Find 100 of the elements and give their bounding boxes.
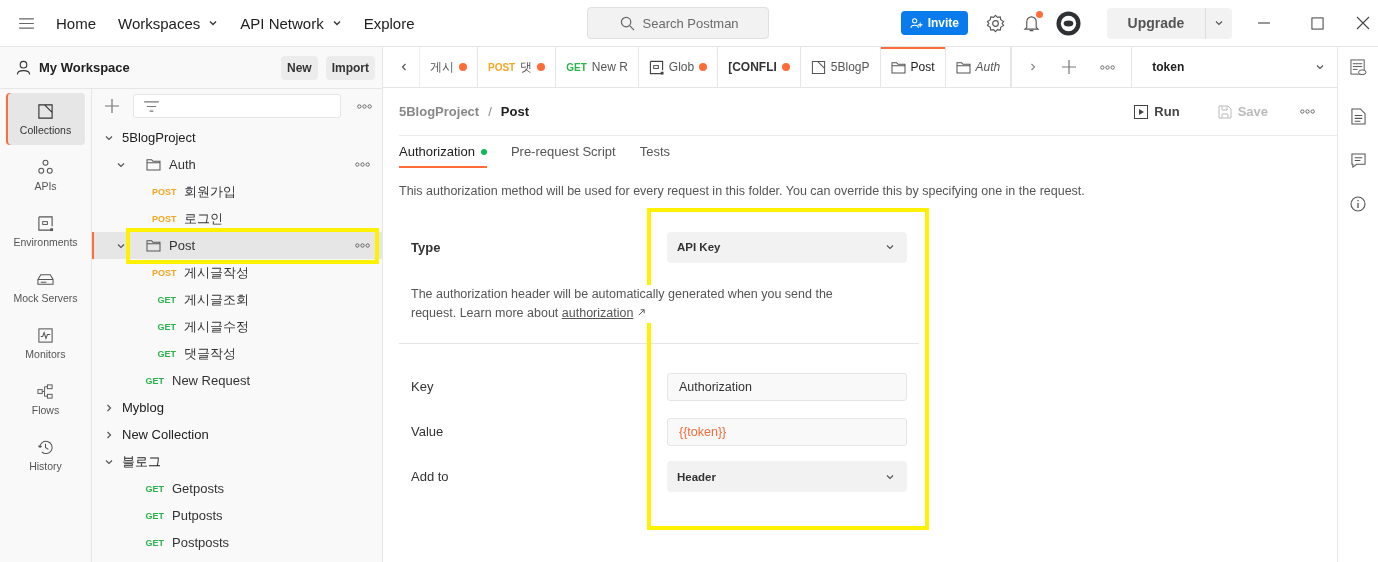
request-tab[interactable]: Glob: [638, 47, 719, 87]
tree-item[interactable]: GET New Request: [92, 367, 382, 394]
authorization-link[interactable]: authorization: [561, 306, 634, 320]
add-to-dropdown[interactable]: Header: [667, 461, 907, 492]
nav-link[interactable]: Workspaces: [118, 10, 219, 36]
history-icon: [37, 438, 54, 456]
tree-item[interactable]: New Collection: [92, 421, 382, 448]
menu-icon[interactable]: [19, 17, 34, 29]
rail-item[interactable]: Mock Servers: [6, 261, 85, 313]
bell-icon[interactable]: [1023, 13, 1040, 33]
rail-label: Collections: [19, 123, 72, 136]
close-icon[interactable]: [1356, 16, 1370, 30]
monitors-icon: [37, 326, 54, 344]
method-label: GET: [144, 510, 164, 521]
method-label: POST: [152, 186, 176, 197]
tree-item[interactable]: GET 게시글조회: [92, 286, 382, 313]
rail-label: Mock Servers: [13, 291, 78, 304]
info-icon[interactable]: [1350, 196, 1366, 212]
request-name: New Request: [172, 373, 252, 388]
method-label: GET: [156, 294, 176, 305]
folder-icon: [955, 60, 971, 74]
request-tab[interactable]: 게시: [420, 47, 478, 87]
tree-item[interactable]: GET Postposts: [92, 529, 382, 556]
tree-item[interactable]: Post: [92, 232, 382, 259]
folder-name: Post: [169, 238, 196, 253]
tree-item[interactable]: POST 회원가입: [92, 178, 382, 205]
collection-icon: [810, 59, 826, 75]
rail-label: Environments: [13, 235, 78, 248]
type-dropdown[interactable]: API Key: [667, 231, 907, 263]
settings-tab[interactable]: Tests: [639, 144, 670, 168]
tree-item[interactable]: Myblog: [92, 394, 382, 421]
environment-selector[interactable]: token: [1132, 47, 1337, 87]
document-icon[interactable]: [1350, 108, 1366, 125]
settings-tab[interactable]: Authorization: [399, 144, 487, 168]
request-tab[interactable]: POST 댓: [478, 47, 557, 87]
comment-icon[interactable]: [1350, 153, 1366, 168]
caret-icon: [885, 242, 895, 252]
rail-item[interactable]: APIs: [6, 149, 85, 201]
nav-link[interactable]: Explore: [363, 10, 415, 36]
environment-view-icon[interactable]: [1349, 59, 1367, 76]
chevron-right-icon[interactable]: [104, 429, 114, 440]
tree-item[interactable]: 5BlogProject: [92, 124, 382, 151]
request-tab[interactable]: [CONFLI: [718, 47, 801, 87]
tree-item[interactable]: GET Getposts: [92, 475, 382, 502]
tree-item[interactable]: GET Putposts: [92, 502, 382, 529]
rail-item[interactable]: Flows: [6, 373, 85, 425]
run-button[interactable]: Run: [1128, 103, 1186, 120]
tab-label: [CONFLI: [728, 60, 777, 74]
rail-item[interactable]: Monitors: [6, 317, 85, 369]
request-name: Getposts: [172, 481, 226, 496]
request-tab[interactable]: GET New R: [556, 47, 639, 87]
more-icon[interactable]: [357, 103, 372, 109]
chevron-right-icon[interactable]: [104, 402, 114, 413]
rail-item[interactable]: Environments: [6, 205, 85, 257]
request-tab[interactable]: Post: [880, 47, 946, 87]
settings-tab[interactable]: Pre-request Script: [510, 144, 616, 168]
workspace-button[interactable]: Import: [325, 55, 375, 80]
nav-link[interactable]: Home: [56, 10, 96, 36]
tree-item[interactable]: 블로그: [92, 448, 382, 475]
request-name: 게시글조회: [184, 290, 250, 309]
caret-icon[interactable]: [1214, 18, 1224, 28]
tree-item[interactable]: POST 게시글작성: [92, 259, 382, 286]
field-label: Type: [411, 239, 442, 255]
external-link-icon[interactable]: [636, 308, 646, 317]
user-icon: [16, 60, 31, 75]
filter-field[interactable]: [133, 94, 341, 118]
caret-icon: [208, 18, 219, 28]
chevron-left-icon[interactable]: [399, 62, 409, 72]
field-label: Add to: [411, 469, 450, 484]
apis-icon: [37, 158, 54, 176]
more-icon[interactable]: [1300, 109, 1315, 114]
collection-name: 블로그: [122, 452, 162, 471]
breadcrumb-link[interactable]: 5BlogProject: [399, 104, 480, 119]
tree-item[interactable]: GET 댓글작성: [92, 340, 382, 367]
folder-icon: [146, 158, 161, 171]
tab-label: Auth: [975, 60, 1001, 74]
avatar-icon[interactable]: [1056, 10, 1081, 36]
field-label: Key: [411, 379, 435, 394]
more-icon[interactable]: [355, 162, 370, 167]
maximize-icon[interactable]: [1311, 16, 1324, 30]
tree-item[interactable]: GET 게시글수정: [92, 313, 382, 340]
method-label: GET: [144, 483, 164, 494]
text-field[interactable]: Authorization: [667, 372, 907, 401]
rail-item[interactable]: Collections: [6, 93, 85, 145]
more-icon[interactable]: [355, 243, 370, 248]
settings-icon[interactable]: [986, 13, 1005, 33]
more-icon[interactable]: [1100, 64, 1116, 70]
environments-icon: [37, 214, 54, 232]
request-name: Postposts: [172, 535, 231, 550]
tree-item[interactable]: POST 로그인: [92, 205, 382, 232]
collection-name: New Collection: [122, 427, 210, 442]
request-tab[interactable]: Auth: [945, 47, 1012, 87]
workspace-button[interactable]: New: [280, 55, 318, 80]
rail-item[interactable]: History: [6, 429, 85, 481]
upgrade-button[interactable]: Upgrade: [1107, 7, 1232, 39]
invite-button[interactable]: Invite: [900, 11, 968, 35]
search-field[interactable]: Search Postman: [586, 7, 769, 39]
nav-link[interactable]: API Network: [240, 10, 342, 36]
tree-item[interactable]: Auth: [92, 151, 382, 178]
request-tab[interactable]: 5BlogP: [800, 47, 881, 87]
